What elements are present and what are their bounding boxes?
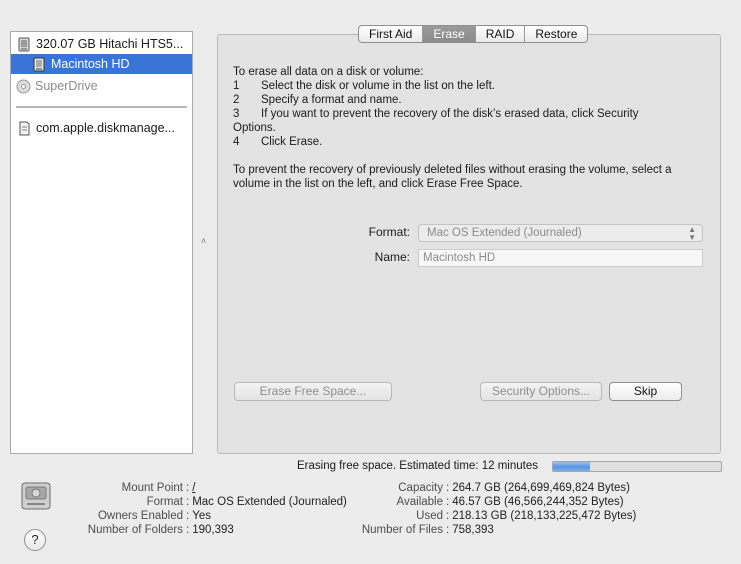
select-arrows-icon: ▲ ▼ bbox=[688, 225, 696, 242]
disk-list-sidebar[interactable]: 320.07 GB Hitachi HTS5... Macintosh HD S… bbox=[10, 31, 193, 454]
sidebar-divider bbox=[16, 106, 187, 108]
optical-drive-icon bbox=[16, 79, 31, 93]
tab-raid[interactable]: RAID bbox=[474, 26, 525, 42]
help-button[interactable]: ? bbox=[24, 529, 46, 551]
format-select[interactable]: Mac OS Extended (Journaled) ▲ ▼ bbox=[418, 224, 703, 242]
erase-instructions: To erase all data on a disk or volume: 1… bbox=[233, 65, 708, 191]
info-owners-enabled: Owners Enabled: Yes bbox=[97, 510, 211, 522]
sidebar-item-disk-image[interactable]: com.apple.diskmanage... bbox=[11, 118, 192, 138]
hard-drive-icon bbox=[21, 482, 51, 510]
free-space-instructions: To prevent the recovery of previously de… bbox=[233, 164, 672, 176]
sidebar-item-superdrive[interactable]: SuperDrive bbox=[11, 76, 192, 96]
skip-button[interactable]: Skip bbox=[609, 382, 682, 401]
format-label: Format: bbox=[368, 225, 410, 239]
info-number-of-files: Number of Files:758,393 bbox=[361, 524, 494, 536]
instruction-step: 2 Specify a format and name. bbox=[233, 94, 402, 106]
splitter-grip-icon[interactable]: ˄ bbox=[201, 236, 206, 246]
tab-bar: First Aid Erase RAID Restore bbox=[358, 25, 589, 43]
sidebar-item-hitachi-disk[interactable]: 320.07 GB Hitachi HTS5... bbox=[11, 34, 192, 54]
hard-drive-icon bbox=[18, 37, 30, 51]
progress-bar bbox=[552, 461, 722, 472]
info-format: Format: Mac OS Extended (Journaled) bbox=[146, 496, 347, 508]
erase-panel: To erase all data on a disk or volume: 1… bbox=[217, 34, 721, 454]
volume-icon bbox=[33, 57, 45, 71]
info-capacity: Capacity:264.7 GB (264,699,469,824 Bytes… bbox=[398, 482, 630, 494]
sidebar-item-macintosh-hd[interactable]: Macintosh HD bbox=[11, 54, 192, 74]
info-available: Available:46.57 GB (46,566,244,352 Bytes… bbox=[396, 496, 624, 508]
tab-restore[interactable]: Restore bbox=[524, 26, 587, 42]
instruction-step: 1 Select the disk or volume in the list … bbox=[233, 80, 495, 92]
instruction-step-continued: Options. bbox=[233, 122, 276, 134]
sidebar-item-label: SuperDrive bbox=[35, 79, 98, 93]
mount-point-link[interactable]: / bbox=[192, 482, 195, 494]
progress-status-text: Erasing free space. Estimated time: 12 m… bbox=[297, 460, 538, 472]
free-space-instructions-cont: volume in the list on the left, and clic… bbox=[233, 178, 523, 190]
info-used: Used:218.13 GB (218,133,225,472 Bytes) bbox=[416, 510, 637, 522]
instructions-intro: To erase all data on a disk or volume: bbox=[233, 66, 424, 78]
disk-image-icon bbox=[19, 121, 30, 135]
tab-first-aid[interactable]: First Aid bbox=[359, 26, 422, 42]
name-field-value: Macintosh HD bbox=[423, 252, 496, 264]
erase-free-space-button[interactable]: Erase Free Space... bbox=[234, 382, 392, 401]
sidebar-item-label: com.apple.diskmanage... bbox=[36, 121, 175, 135]
sidebar-item-label: 320.07 GB Hitachi HTS5... bbox=[36, 37, 184, 51]
progress-bar-fill bbox=[553, 462, 590, 471]
name-label: Name: bbox=[374, 250, 410, 264]
name-field[interactable]: Macintosh HD bbox=[418, 249, 703, 267]
instruction-step: 3 If you want to prevent the recovery of… bbox=[233, 108, 639, 120]
tab-erase[interactable]: Erase bbox=[422, 26, 475, 42]
instruction-step: 4 Click Erase. bbox=[233, 136, 323, 148]
info-mount-point: Mount Point: / bbox=[121, 482, 196, 494]
security-options-button[interactable]: Security Options... bbox=[480, 382, 602, 401]
format-select-value: Mac OS Extended (Journaled) bbox=[427, 227, 582, 239]
sidebar-item-label: Macintosh HD bbox=[51, 57, 130, 71]
info-number-of-folders: Number of Folders:190,393 bbox=[87, 524, 234, 536]
